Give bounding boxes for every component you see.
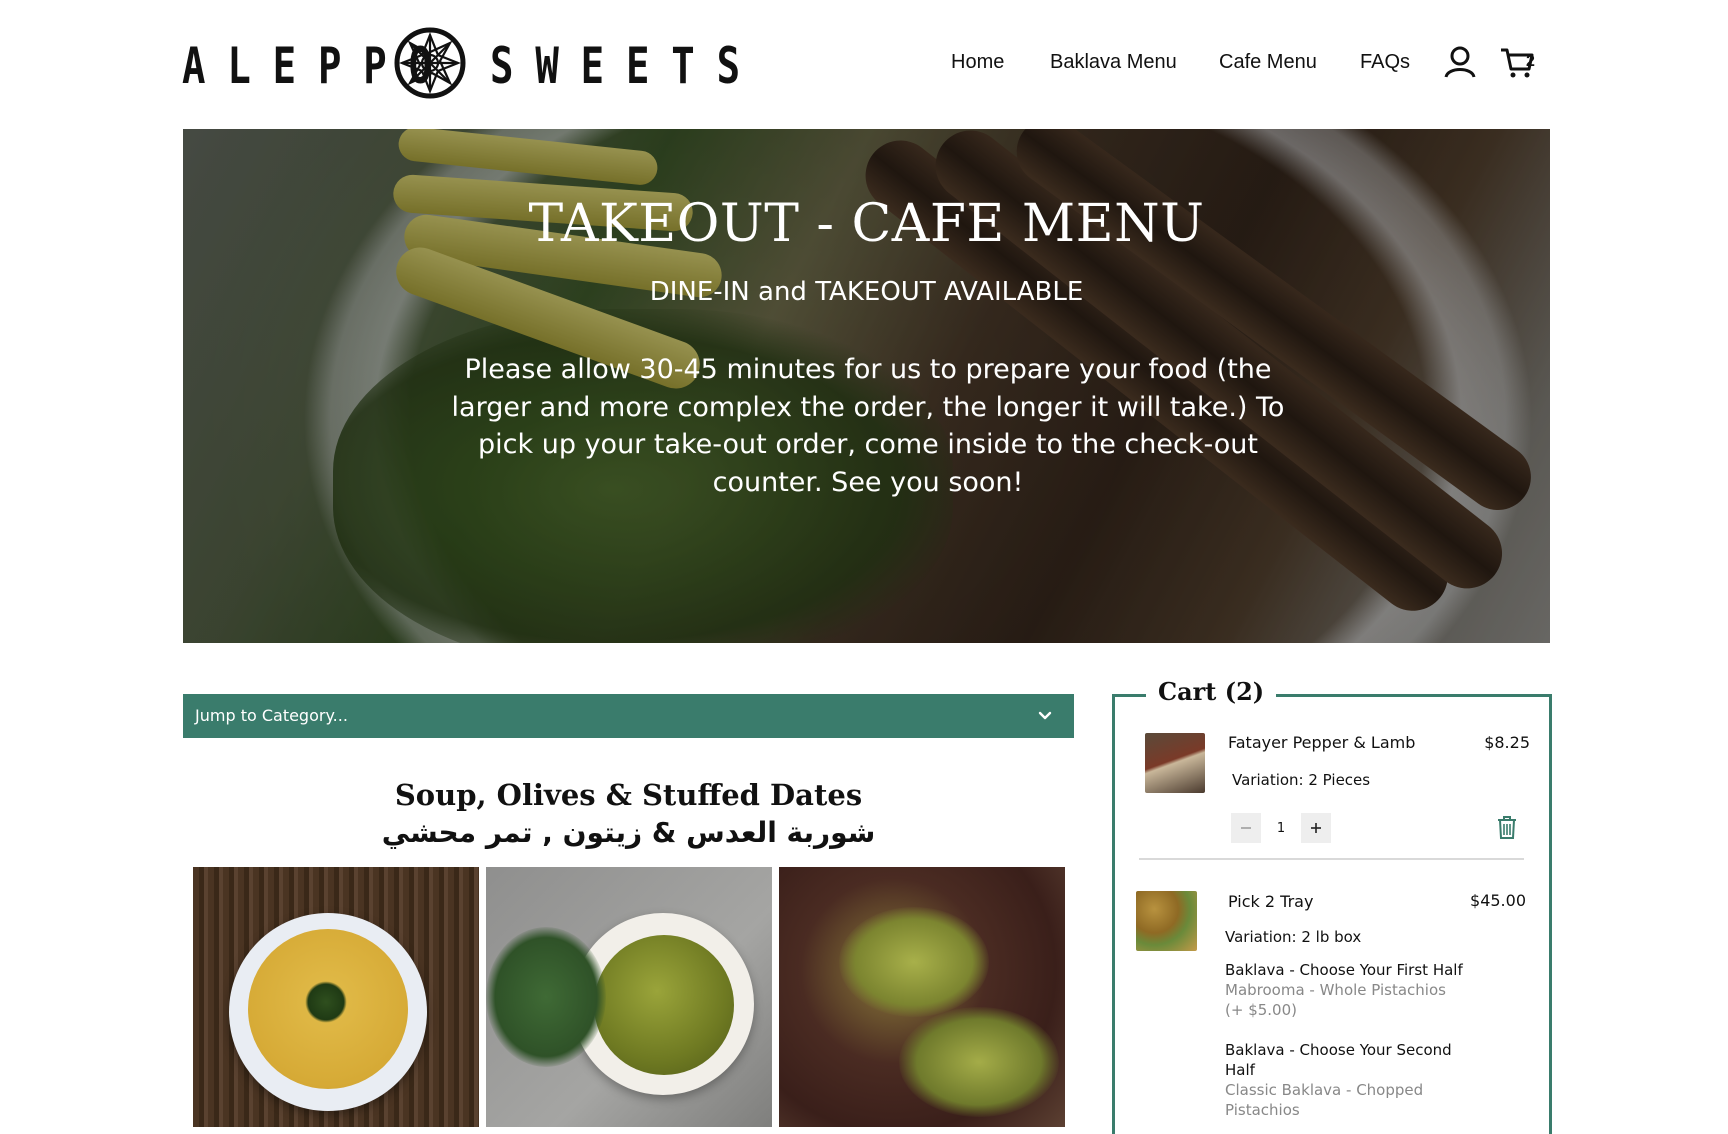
jump-to-category-select[interactable]: Jump to Category... (183, 694, 1074, 738)
nav-faqs-link[interactable]: FAQs (1360, 49, 1410, 75)
cart-item-option-value: Mabrooma - Whole Pistachios (+ $5.00) (1225, 981, 1446, 1019)
cart-item-variation: Variation: 2 Pieces (1232, 771, 1371, 789)
cart-item-option-label: Baklava - Choose Your Second Half (1225, 1041, 1452, 1079)
cart-item-option-value: Classic Baklava - Chopped Pistachios (1225, 1081, 1424, 1119)
cart-item-price: $45.00 (1470, 891, 1526, 910)
cart-item-price: $8.25 (1484, 733, 1530, 752)
quantity-decrease-button[interactable] (1231, 813, 1261, 843)
hero-subtitle: DINE-IN and TAKEOUT AVAILABLE (649, 277, 1084, 307)
jump-to-category-label: Jump to Category... (195, 706, 348, 725)
hero-banner: TAKEOUT - CAFE MENU DINE-IN and TAKEOUT … (183, 129, 1550, 643)
brand-right-text: SWEETS (490, 37, 762, 95)
plus-icon (1311, 823, 1321, 833)
trash-icon[interactable] (1496, 814, 1518, 840)
hero-title: TAKEOUT - CAFE MENU (528, 194, 1205, 254)
pistachio-graphic (899, 1007, 1059, 1117)
nav-cafe-menu-link[interactable]: Cafe Menu (1219, 49, 1317, 75)
cart-item-thumbnail[interactable] (1136, 891, 1197, 951)
cart-item-divider (1139, 858, 1524, 860)
user-icon[interactable] (1443, 45, 1477, 79)
category-title-arabic: شوربة العدس & زيتون , تمر محشي (381, 816, 876, 849)
menu-item-image-lentil-soup[interactable] (193, 867, 479, 1127)
minus-icon (1241, 827, 1251, 829)
cart-item-option-label: Baklava - Choose Your First Half (1225, 961, 1463, 979)
cart-count-badge[interactable]: 2 (1526, 53, 1535, 71)
category-title: Soup, Olives & Stuffed Dates (394, 778, 863, 812)
nav-baklava-menu-link[interactable]: Baklava Menu (1050, 49, 1177, 75)
quantity-increase-button[interactable] (1301, 813, 1331, 843)
cart-item-name[interactable]: Pick 2 Tray (1228, 892, 1313, 911)
chevron-down-icon (1038, 711, 1052, 720)
cart-title: Cart (2) (1146, 677, 1277, 706)
cart-item-name[interactable]: Fatayer Pepper & Lamb (1228, 733, 1415, 752)
cart-item-thumbnail[interactable] (1145, 733, 1205, 793)
menu-item-image-stuffed-dates[interactable] (779, 867, 1065, 1127)
logo-star-icon (394, 27, 466, 99)
herb-graphic (305, 981, 347, 1023)
pistachio-graphic (839, 907, 989, 1017)
nav-home-link[interactable]: Home (951, 49, 1004, 75)
menu-item-image-olives[interactable] (486, 867, 772, 1127)
olives-graphic (594, 935, 734, 1075)
hero-body-text: Please allow 30-45 minutes for us to pre… (451, 354, 1285, 498)
cart-item-variation: Variation: 2 lb box (1225, 928, 1362, 946)
mint-graphic (486, 927, 606, 1067)
quantity-value[interactable]: 1 (1266, 821, 1296, 836)
